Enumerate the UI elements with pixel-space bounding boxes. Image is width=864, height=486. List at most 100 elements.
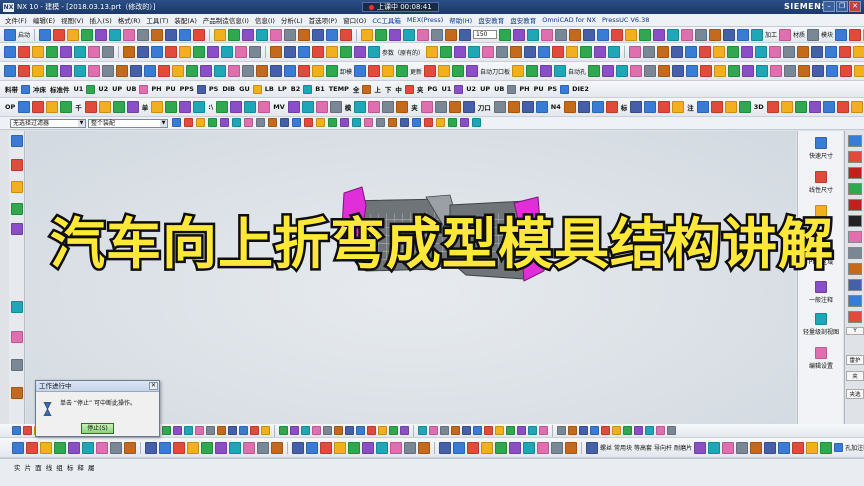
sketch-tool-icon[interactable] [404, 441, 416, 454]
die-tool-label[interactable]: 更新 [410, 67, 422, 76]
die-tool-icon[interactable] [784, 65, 797, 77]
selection-tool-icon[interactable] [400, 118, 409, 127]
component-button[interactable]: UB [493, 85, 505, 93]
tool-icon[interactable] [639, 28, 652, 41]
feature-icon[interactable] [217, 426, 226, 435]
annotation-icon[interactable] [368, 101, 381, 113]
feature-icon[interactable] [579, 426, 588, 435]
die-tool-icon[interactable] [312, 65, 324, 77]
component-button[interactable]: U1 [73, 85, 85, 93]
annotation-icon[interactable] [315, 101, 328, 113]
sketch-tool-icon[interactable] [187, 441, 199, 454]
selection-tool-icon[interactable] [316, 118, 325, 127]
component-button[interactable]: 料带 [4, 84, 19, 94]
feature-tool-icon[interactable] [426, 46, 439, 58]
far-right-tool-icon[interactable] [848, 199, 862, 211]
feature-tool-icon[interactable] [524, 46, 537, 58]
tool-icon[interactable] [499, 28, 512, 41]
annotation-icon[interactable] [462, 101, 475, 113]
die-tool-icon[interactable] [298, 65, 310, 77]
die-tool-icon[interactable] [630, 65, 643, 77]
annotation-icon[interactable] [822, 101, 835, 113]
annotation-icon[interactable] [165, 101, 178, 113]
resource-tab-icon[interactable] [11, 359, 23, 371]
tool-icon[interactable] [270, 28, 283, 41]
annotation-panel-item[interactable]: 线性尺寸 [798, 171, 844, 194]
annotation-icon[interactable] [244, 101, 257, 113]
die-tool-icon[interactable] [256, 65, 268, 77]
annotation-icon[interactable] [644, 101, 657, 113]
module-button[interactable]: 加工 [765, 30, 777, 39]
die-tool-icon[interactable] [354, 65, 367, 77]
annotation-icon[interactable] [46, 101, 59, 113]
feature-tool-icon[interactable] [699, 46, 712, 58]
tool-icon[interactable] [312, 28, 325, 41]
menu-item[interactable]: CC工具箱 [369, 15, 404, 25]
annotation-icon[interactable] [216, 101, 229, 113]
selection-tool-icon[interactable] [364, 118, 373, 127]
annotation-icon[interactable] [605, 101, 618, 113]
component-button[interactable]: PH [150, 85, 162, 93]
die-tool-icon[interactable] [186, 65, 198, 77]
feature-icon[interactable] [667, 426, 676, 435]
resource-tab-icon[interactable] [11, 223, 23, 235]
component-icon[interactable] [507, 84, 517, 94]
die-tool-icon[interactable] [18, 65, 30, 77]
die-tool-icon[interactable] [658, 65, 671, 77]
drawing-annotation-button[interactable]: 孔加注释 [845, 443, 864, 452]
standard-part-button[interactable]: 导向杆 [654, 443, 672, 452]
far-right-tool-icon[interactable] [848, 135, 862, 147]
drawing-tool-icon[interactable] [792, 441, 805, 454]
feature-tool-icon[interactable] [657, 46, 670, 58]
tool-icon[interactable] [737, 28, 750, 41]
sketch-tool-icon[interactable] [418, 441, 430, 454]
annotation-panel-item[interactable]: 一般注释 [798, 281, 844, 304]
die-tool-icon[interactable] [616, 65, 629, 77]
feature-icon[interactable] [378, 426, 387, 435]
annotation-button[interactable]: 单 [141, 102, 150, 112]
curve-tool-icon[interactable] [151, 46, 163, 58]
tool-icon[interactable] [81, 28, 94, 41]
far-right-tool-icon[interactable] [848, 263, 862, 275]
tool-icon[interactable] [39, 28, 52, 41]
component-button[interactable]: 下 [384, 84, 393, 94]
tool-icon[interactable] [67, 28, 80, 41]
sketch-tool-icon[interactable] [257, 441, 269, 454]
curve-tool-icon[interactable] [249, 46, 261, 58]
component-icon[interactable] [454, 84, 464, 94]
die-tool-label[interactable]: 自动刀口板 [480, 67, 510, 76]
start-icon[interactable] [4, 28, 16, 41]
annotation-icon[interactable] [710, 101, 723, 113]
menu-item[interactable]: 装配(A) [171, 15, 200, 25]
annotation-icon[interactable] [766, 101, 779, 113]
feature-icon[interactable] [400, 426, 409, 435]
feature-icon[interactable] [590, 426, 599, 435]
tool-icon[interactable] [326, 28, 339, 41]
tool-icon[interactable] [340, 28, 353, 41]
sketch-tool-icon[interactable] [334, 441, 346, 454]
die-tool-icon[interactable] [512, 65, 525, 77]
feature-tool-icon[interactable] [783, 46, 796, 58]
selection-tool-icon[interactable] [412, 118, 421, 127]
sketch-tool-icon[interactable] [348, 441, 360, 454]
sketch-tool-icon[interactable] [145, 441, 157, 454]
sketch-tool-icon[interactable] [159, 441, 171, 454]
component-button[interactable]: PG [426, 85, 438, 93]
curve-tool-icon[interactable] [137, 46, 149, 58]
die-tool-icon[interactable] [700, 65, 713, 77]
feature-tool-icon[interactable] [825, 46, 838, 58]
feature-tool-icon[interactable] [468, 46, 481, 58]
feature-icon[interactable] [239, 426, 248, 435]
selection-tool-icon[interactable] [268, 118, 277, 127]
far-right-label[interactable]: 夹选 [846, 389, 864, 399]
drawing-tool-icon[interactable] [694, 441, 707, 454]
tool-icon[interactable] [709, 28, 722, 41]
feature-tool-icon[interactable] [685, 46, 698, 58]
sketch-tool-icon[interactable] [68, 441, 80, 454]
annotation-icon[interactable] [535, 101, 548, 113]
annotation-button[interactable]: 刀口 [477, 102, 492, 112]
curve-tool-icon[interactable] [74, 46, 86, 58]
menu-item[interactable]: 分析(L) [278, 15, 306, 25]
menu-item[interactable]: PressUC V6.38 [599, 16, 652, 24]
far-right-label[interactable]: 雷护 [846, 355, 864, 365]
